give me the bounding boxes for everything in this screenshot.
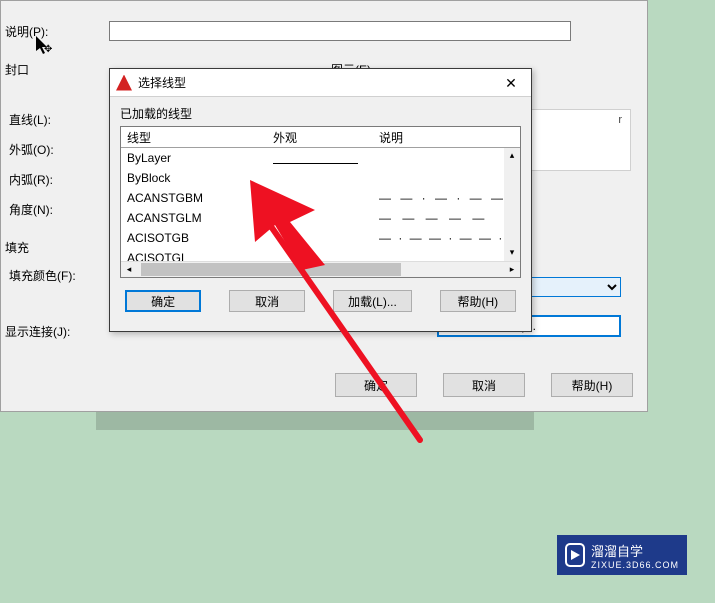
fill-label: 填充 (5, 239, 29, 256)
linetype-name: ACISOTGL (121, 251, 273, 261)
linetype-list[interactable]: 线型 外观 说明 ByLayer ByBlock ACANSTGBM (120, 126, 521, 278)
desc-label: 说明(P): (5, 23, 48, 40)
sub-cancel-button[interactable]: 取消 (229, 290, 305, 312)
watermark-name: 溜溜自学 (591, 541, 679, 560)
close-button[interactable]: ✕ (497, 72, 525, 94)
watermark: 溜溜自学 ZIXUE.3D66.COM (557, 535, 687, 575)
vertical-scrollbar[interactable]: ▴ ▾ (504, 148, 520, 261)
autocad-icon (116, 75, 132, 91)
scroll-up-icon[interactable]: ▴ (504, 148, 520, 164)
linetype-name: ByLayer (121, 151, 273, 165)
sub-load-button[interactable]: 加载(L)... (333, 290, 412, 312)
sub-ok-button[interactable]: 确定 (125, 290, 201, 312)
sub-dialog-title: 选择线型 (138, 74, 497, 91)
list-body[interactable]: ByLayer ByBlock ACANSTGBM — — · — · — — … (121, 148, 520, 261)
description-input[interactable] (109, 21, 571, 41)
horizontal-scrollbar[interactable]: ◂ ▸ (121, 261, 520, 277)
show-join-label: 显示连接(J): (5, 323, 70, 340)
list-item[interactable]: ACANSTGLM — — — — — (121, 208, 520, 228)
outer-arc-label: 外弧(O): (9, 141, 54, 158)
list-item[interactable]: ByLayer (121, 148, 520, 168)
list-item[interactable]: ACISOTGL (121, 248, 520, 261)
list-item[interactable]: ByBlock (121, 168, 520, 188)
angle-label: 角度(N): (9, 201, 53, 218)
linetype-name: ByBlock (121, 171, 273, 185)
line-label: 直线(L): (9, 111, 51, 128)
inner-arc-label: 内弧(R): (9, 171, 53, 188)
main-cancel-button[interactable]: 取消 (443, 373, 525, 397)
caps-label: 封口 (5, 61, 29, 78)
dialog-shadow (96, 412, 534, 430)
linetype-name: ACISOTGB (121, 231, 273, 245)
sub-titlebar: 选择线型 ✕ (110, 69, 531, 97)
col-header-desc[interactable]: 说明 (373, 129, 520, 146)
linetype-name: ACANSTGBM (121, 191, 273, 205)
list-item[interactable]: ACISOTGB — · — — · — — · — (121, 228, 520, 248)
linetype-preview (273, 153, 373, 164)
scroll-right-icon[interactable]: ▸ (504, 262, 520, 278)
main-help-button[interactable]: 帮助(H) (551, 373, 633, 397)
scroll-left-icon[interactable]: ◂ (121, 262, 137, 278)
scroll-down-icon[interactable]: ▾ (504, 245, 520, 261)
main-ok-button[interactable]: 确定 (335, 373, 417, 397)
watermark-sub: ZIXUE.3D66.COM (591, 560, 679, 570)
scroll-thumb[interactable] (141, 263, 401, 276)
col-header-appearance[interactable]: 外观 (273, 129, 373, 146)
select-linetype-dialog: 选择线型 ✕ 已加载的线型 线型 外观 说明 ByLayer ByBlock (109, 68, 532, 332)
list-item[interactable]: ACANSTGBM — — · — · — — (121, 188, 520, 208)
play-icon (565, 543, 585, 567)
loaded-linetypes-label: 已加载的线型 (120, 105, 521, 122)
fill-color-label: 填充颜色(F): (9, 267, 76, 284)
col-header-name[interactable]: 线型 (121, 129, 273, 146)
list-header: 线型 外观 说明 (121, 127, 520, 148)
linetype-name: ACANSTGLM (121, 211, 273, 225)
sub-help-button[interactable]: 帮助(H) (440, 290, 516, 312)
